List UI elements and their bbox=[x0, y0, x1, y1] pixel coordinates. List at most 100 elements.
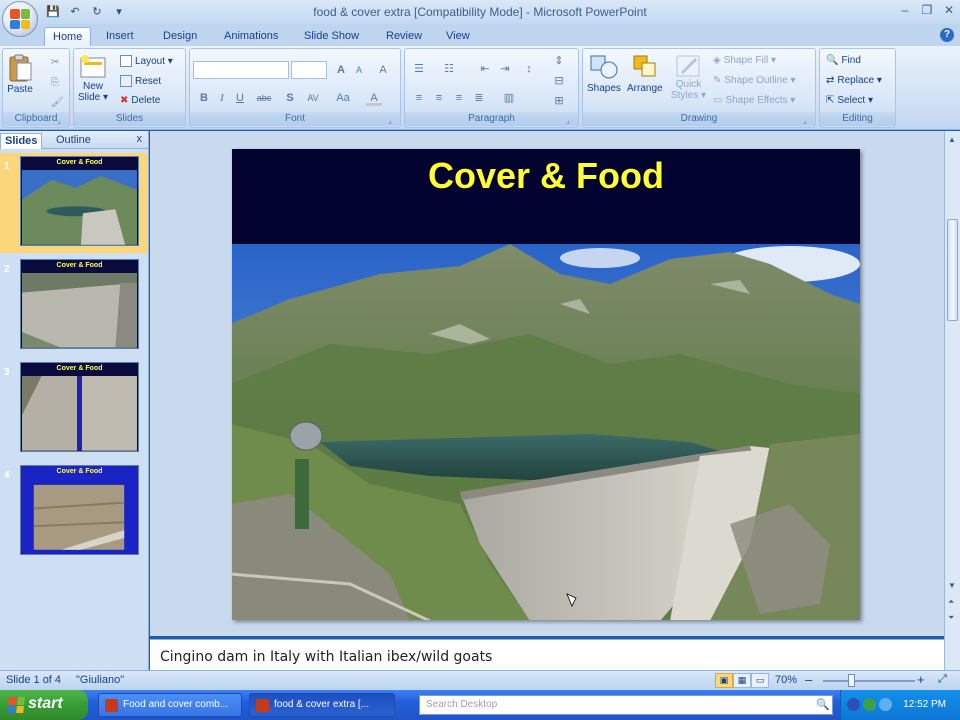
scrollbar-thumb[interactable] bbox=[947, 219, 958, 321]
format-painter-icon[interactable]: 🖌 bbox=[51, 97, 64, 108]
thumbnail-preview: Cover & Food bbox=[20, 465, 139, 555]
slide-thumbnail-4[interactable]: 4 Cover & Food bbox=[0, 462, 148, 562]
columns-icon[interactable]: ▥ bbox=[501, 90, 517, 106]
clear-formatting-icon[interactable]: A bbox=[375, 62, 391, 78]
zoom-out-button[interactable]: – bbox=[805, 672, 812, 687]
slide-thumbnail-2[interactable]: 2 Cover & Food bbox=[0, 256, 148, 356]
bullets-icon[interactable]: ☰ bbox=[411, 61, 427, 77]
paragraph-launcher-icon[interactable]: ⌟ bbox=[566, 116, 575, 125]
zoom-slider-knob[interactable] bbox=[848, 674, 855, 687]
vertical-scrollbar[interactable]: ▲ ▼ ⏶ ⏷ bbox=[944, 131, 960, 670]
cut-icon[interactable]: ✂ bbox=[51, 57, 59, 68]
arrange-icon bbox=[633, 55, 656, 77]
character-spacing-button[interactable]: AV bbox=[302, 90, 324, 106]
clipboard-launcher-icon[interactable]: ⌟ bbox=[57, 116, 66, 125]
dam-photo[interactable] bbox=[232, 244, 860, 620]
new-slide-label-1: New bbox=[83, 81, 104, 92]
shape-effects-button[interactable]: ▭ Shape Effects ▾ bbox=[713, 95, 795, 106]
thumbnail-title: Cover & Food bbox=[56, 365, 103, 372]
current-slide[interactable]: Cover & Food bbox=[232, 149, 860, 620]
paste-button[interactable]: Paste bbox=[7, 53, 33, 95]
reset-button[interactable]: Reset bbox=[120, 75, 161, 87]
restore-button[interactable]: ❐ bbox=[920, 2, 934, 18]
grow-font-icon[interactable]: A bbox=[333, 62, 349, 78]
tab-outline[interactable]: Outline bbox=[52, 133, 95, 149]
slide-thumbnail-1[interactable]: 1 Cover & Food bbox=[0, 153, 148, 253]
increase-indent-icon[interactable]: ⇥ bbox=[497, 61, 513, 77]
replace-button[interactable]: ⇄ Replace ▾ bbox=[826, 75, 882, 86]
shrink-font-icon[interactable]: A bbox=[351, 62, 367, 78]
replace-label: Replace ▾ bbox=[837, 75, 882, 86]
slide-thumbnail-3[interactable]: 3 Cover & Food bbox=[0, 359, 148, 459]
zoom-slider-track[interactable] bbox=[823, 680, 915, 682]
find-button[interactable]: 🔍 Find bbox=[826, 55, 861, 66]
font-color-button[interactable]: A bbox=[366, 90, 382, 106]
font-name-field[interactable] bbox=[193, 61, 289, 79]
find-label: Find bbox=[841, 55, 861, 66]
taskbar-item-food-cover-extra[interactable]: food & cover extra [... bbox=[249, 693, 395, 717]
shapes-button[interactable]: Shapes bbox=[587, 53, 621, 94]
network-icon[interactable] bbox=[863, 698, 876, 711]
scroll-down-icon[interactable]: ▼ bbox=[948, 581, 956, 590]
numbering-icon[interactable]: ☷ bbox=[441, 61, 457, 77]
next-slide-icon[interactable]: ⏷ bbox=[948, 613, 954, 623]
tab-insert[interactable]: Insert bbox=[98, 27, 142, 46]
tab-review[interactable]: Review bbox=[378, 27, 430, 46]
thumbnail-preview: Cover & Food bbox=[20, 362, 139, 452]
strikethrough-button[interactable]: abc bbox=[252, 90, 276, 106]
font-launcher-icon[interactable]: ⌟ bbox=[388, 116, 397, 125]
text-direction-icon[interactable]: ⇕ bbox=[551, 53, 567, 69]
pane-close-icon[interactable]: x bbox=[137, 133, 143, 145]
bold-button[interactable]: B bbox=[196, 90, 212, 106]
office-button[interactable] bbox=[2, 1, 38, 37]
align-left-icon[interactable]: ≡ bbox=[411, 90, 427, 106]
change-case-button[interactable]: Aa bbox=[332, 90, 354, 106]
text-shadow-button[interactable]: S bbox=[282, 90, 298, 106]
tab-slide-show[interactable]: Slide Show bbox=[296, 27, 367, 46]
slide-title[interactable]: Cover & Food bbox=[232, 155, 860, 197]
italic-button[interactable]: I bbox=[214, 90, 230, 106]
select-button[interactable]: ⇱ Select ▾ bbox=[826, 95, 873, 106]
quick-styles-button[interactable]: Quick Styles ▾ bbox=[671, 53, 706, 101]
start-button[interactable]: start bbox=[0, 690, 88, 720]
align-text-icon[interactable]: ⊟ bbox=[551, 73, 567, 89]
align-center-icon[interactable]: ≡ bbox=[431, 90, 447, 106]
shape-outline-button[interactable]: ✎ Shape Outline ▾ bbox=[713, 75, 796, 86]
new-slide-button[interactable]: New Slide ▾ bbox=[78, 53, 108, 103]
minimize-button[interactable]: – bbox=[898, 2, 912, 18]
underline-button[interactable]: U bbox=[232, 90, 248, 106]
align-right-icon[interactable]: ≡ bbox=[451, 90, 467, 106]
line-spacing-icon[interactable]: ↕ bbox=[521, 61, 537, 77]
normal-view-button[interactable]: ▣ bbox=[715, 673, 733, 688]
tab-home[interactable]: Home bbox=[44, 27, 92, 46]
justify-icon[interactable]: ≣ bbox=[471, 90, 487, 106]
tab-view[interactable]: View bbox=[438, 27, 478, 46]
zoom-level[interactable]: 70% bbox=[775, 674, 797, 686]
shape-fill-button[interactable]: ◈ Shape Fill ▾ bbox=[713, 55, 776, 66]
delete-button[interactable]: ✖ Delete bbox=[120, 95, 160, 106]
close-button[interactable]: ✕ bbox=[942, 2, 956, 18]
tab-animations[interactable]: Animations bbox=[216, 27, 286, 46]
font-size-field[interactable] bbox=[291, 61, 327, 79]
copy-icon[interactable]: ⎘ bbox=[51, 77, 59, 88]
fit-to-window-icon[interactable]: ⤢ bbox=[938, 673, 947, 686]
help-icon[interactable]: ? bbox=[940, 28, 954, 42]
taskbar-item-food-and-cover[interactable]: Food and cover comb... bbox=[98, 693, 242, 717]
previous-slide-icon[interactable]: ⏶ bbox=[948, 597, 954, 607]
zoom-in-button[interactable]: + bbox=[917, 672, 925, 687]
drawing-launcher-icon[interactable]: ⌟ bbox=[803, 116, 812, 125]
slide-show-view-button[interactable]: ▭ bbox=[751, 673, 769, 688]
smartart-icon[interactable]: ⊞ bbox=[551, 93, 567, 109]
layout-button[interactable]: Layout ▾ bbox=[120, 55, 173, 67]
decrease-indent-icon[interactable]: ⇤ bbox=[477, 61, 493, 77]
volume-icon[interactable] bbox=[879, 698, 892, 711]
tab-design[interactable]: Design bbox=[155, 27, 205, 46]
tab-slides[interactable]: Slides bbox=[0, 133, 43, 149]
notes-pane[interactable]: Cingino dam in Italy with Italian ibex/w… bbox=[150, 639, 944, 670]
search-desktop-input[interactable]: Search Desktop bbox=[419, 695, 833, 715]
arrange-button[interactable]: Arrange bbox=[627, 53, 663, 94]
scroll-up-icon[interactable]: ▲ bbox=[948, 135, 956, 144]
slide-sorter-view-button[interactable]: ▦ bbox=[733, 673, 751, 688]
thumbnail-title: Cover & Food bbox=[56, 159, 103, 166]
back-arrow-icon[interactable] bbox=[847, 698, 860, 711]
